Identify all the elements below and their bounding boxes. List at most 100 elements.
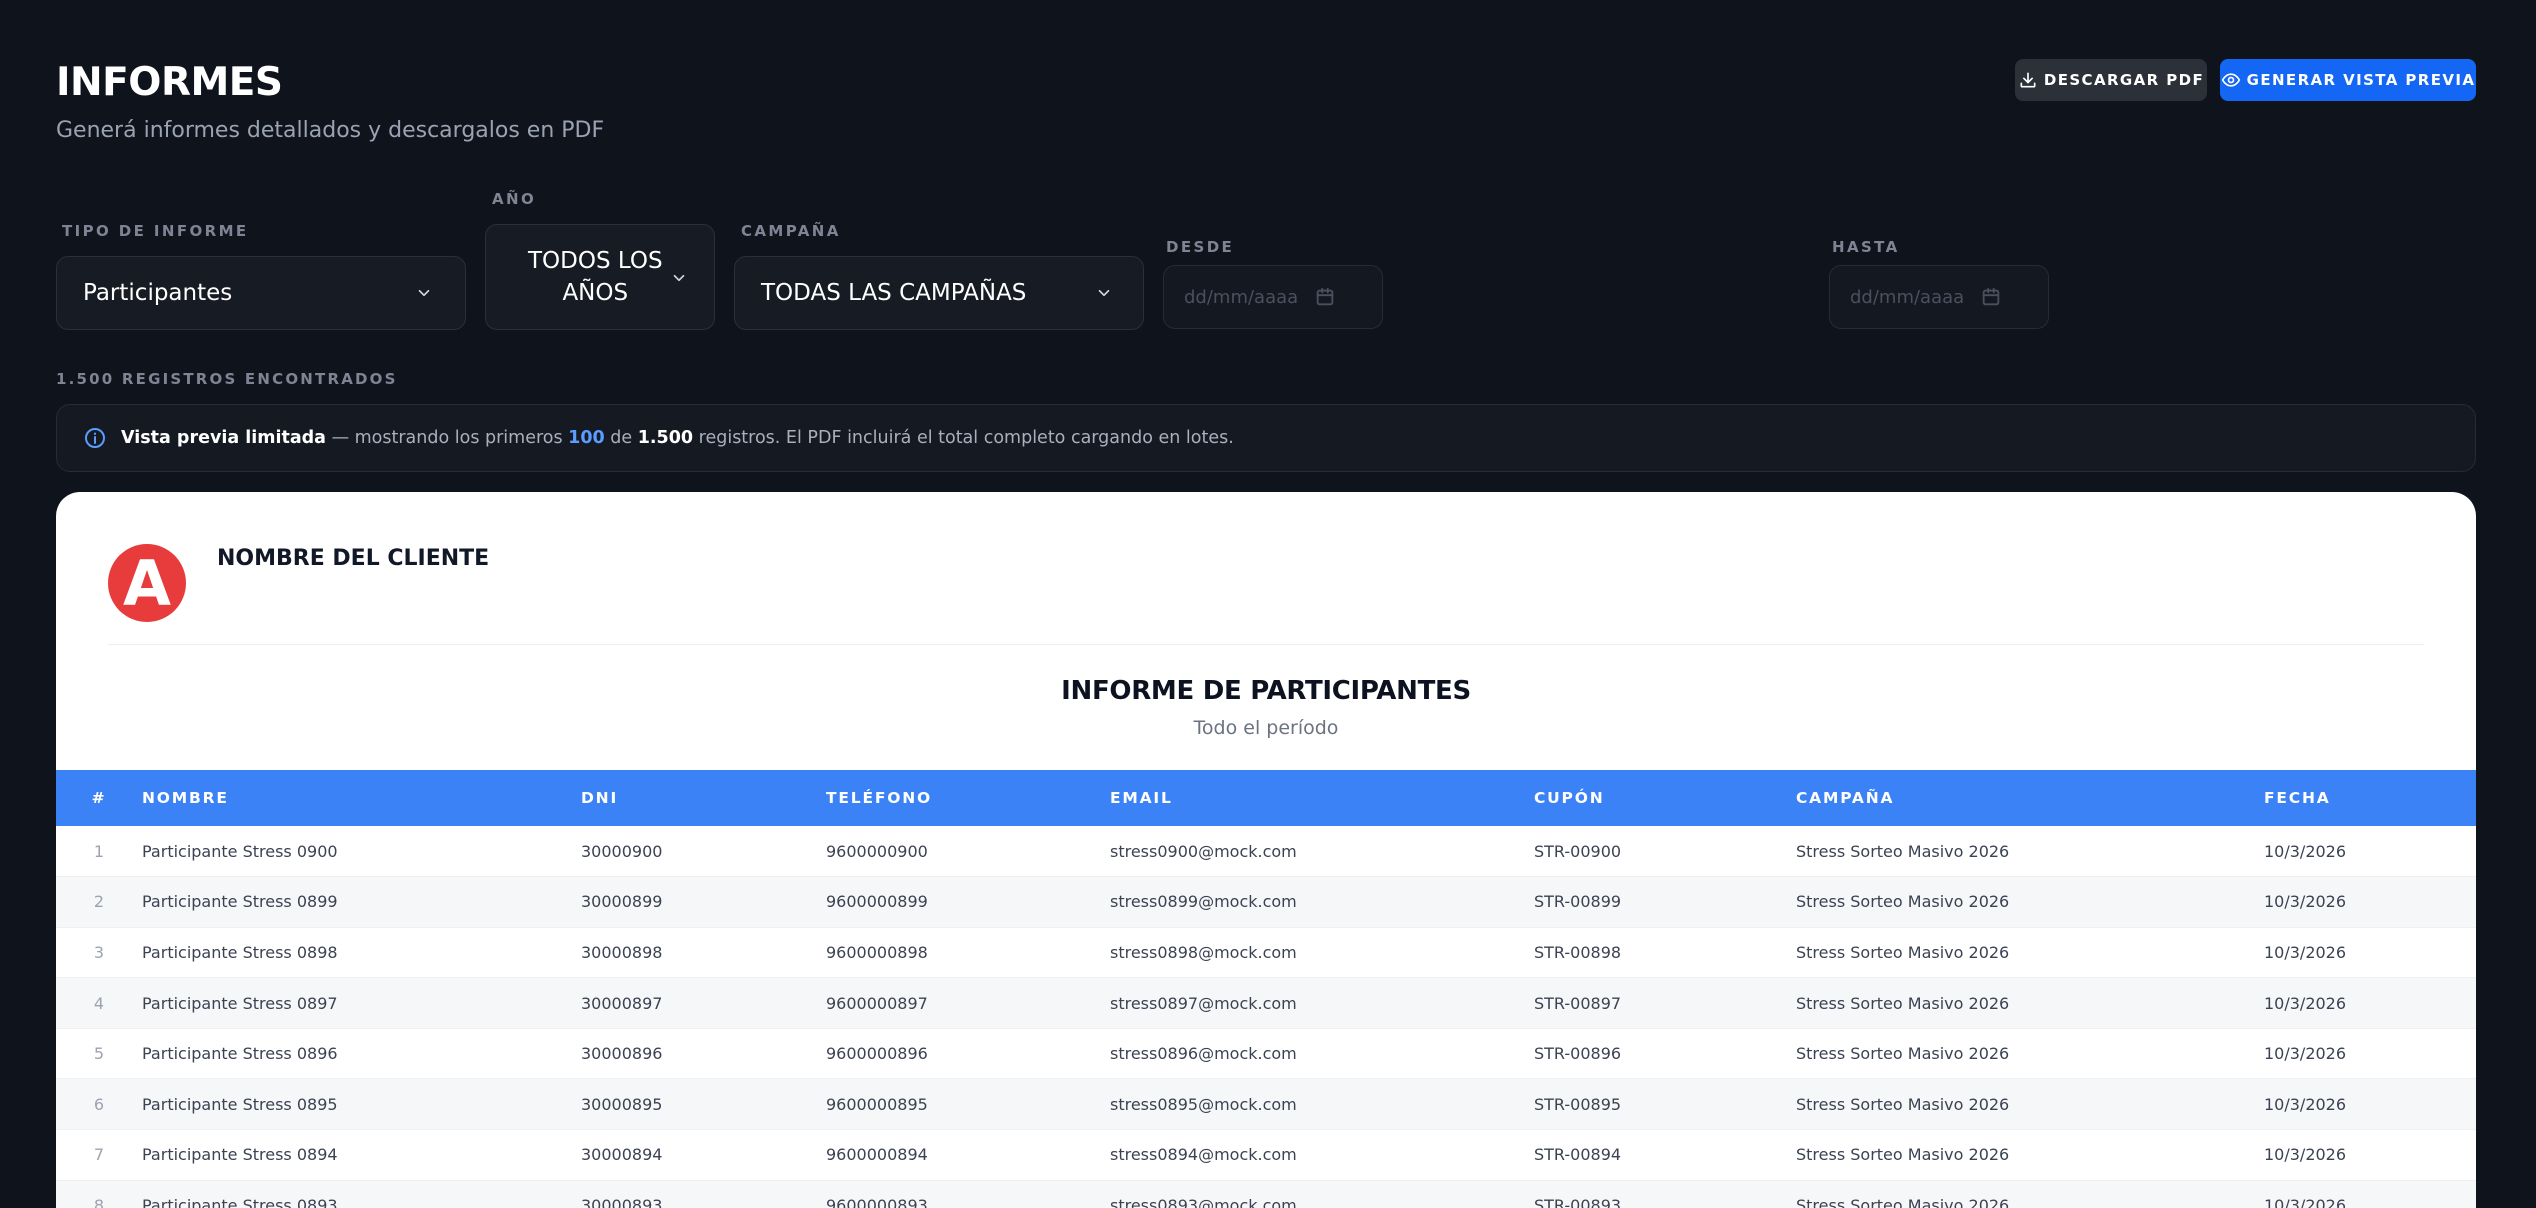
year-value-line1: TODOS LOS xyxy=(528,248,663,274)
campaign-cell: Stress Sorteo Masivo 2026 xyxy=(1796,1145,2010,1165)
info-icon xyxy=(85,428,105,448)
participants-table: # NOMBRE DNI TELÉFONO EMAIL CUPÓN CAMPAÑ… xyxy=(56,770,2476,1208)
report-type-select[interactable]: Participantes xyxy=(56,256,466,330)
from-date-input[interactable]: dd/mm/aaaa xyxy=(1163,265,1383,329)
date-cell: 10/3/2026 xyxy=(2264,841,2347,861)
campaign-cell: Stress Sorteo Masivo 2026 xyxy=(1796,841,2010,861)
coupon-cell: STR-00893 xyxy=(1534,1195,1622,1208)
email-cell: stress0899@mock.com xyxy=(1110,892,1297,912)
participant-name: Participante Stress 0894 xyxy=(142,1145,338,1165)
date-cell: 10/3/2026 xyxy=(2264,1044,2347,1064)
notice-text: Vista previa limitada — mostrando los pr… xyxy=(121,428,1234,448)
column-header: CUPÓN xyxy=(1534,789,1605,807)
table-row: 4 Participante Stress 0897 30000897 9600000… xyxy=(56,977,2476,1029)
page-title: INFORMES xyxy=(56,60,283,105)
to-date-input[interactable]: dd/mm/aaaa xyxy=(1829,265,2049,329)
coupon-cell: STR-00900 xyxy=(1534,841,1622,861)
dni-cell: 30000893 xyxy=(581,1195,663,1208)
to-label: HASTA xyxy=(1832,238,1900,256)
from-date-placeholder: dd/mm/aaaa xyxy=(1184,286,1299,308)
campaign-cell: Stress Sorteo Masivo 2026 xyxy=(1796,993,2010,1013)
table-body: 1 Participante Stress 0900 30000900 9600000… xyxy=(56,826,2476,1208)
date-cell: 10/3/2026 xyxy=(2264,892,2347,912)
dni-cell: 30000899 xyxy=(581,892,663,912)
client-logo: A xyxy=(108,544,186,622)
campaign-cell: Stress Sorteo Masivo 2026 xyxy=(1796,1195,2010,1208)
table-row: 2 Participante Stress 0899 30000899 9600000… xyxy=(56,876,2476,928)
table-row: 3 Participante Stress 0898 30000898 9600000… xyxy=(56,927,2476,978)
coupon-cell: STR-00895 xyxy=(1534,1094,1622,1114)
report-type-label: TIPO DE INFORME xyxy=(62,222,249,240)
year-value-line2: AÑOS xyxy=(562,280,629,306)
download-pdf-button[interactable]: DESCARGAR PDF xyxy=(2015,59,2207,101)
participant-name: Participante Stress 0898 xyxy=(142,942,338,962)
campaign-cell: Stress Sorteo Masivo 2026 xyxy=(1796,942,2010,962)
email-cell: stress0898@mock.com xyxy=(1110,942,1297,962)
page-subtitle: Generá informes detallados y descargalos… xyxy=(56,118,605,143)
dni-cell: 30000900 xyxy=(581,841,663,861)
date-cell: 10/3/2026 xyxy=(2264,1195,2347,1208)
table-row: 8 Participante Stress 0893 30000893 9600000… xyxy=(56,1180,2476,1208)
notice-de: de xyxy=(604,428,638,448)
campaign-cell: Stress Sorteo Masivo 2026 xyxy=(1796,1094,2010,1114)
date-cell: 10/3/2026 xyxy=(2264,993,2347,1013)
coupon-cell: STR-00898 xyxy=(1534,942,1622,962)
calendar-icon xyxy=(1982,287,2000,306)
dni-cell: 30000895 xyxy=(581,1094,663,1114)
participant-name: Participante Stress 0893 xyxy=(142,1195,338,1208)
column-header: FECHA xyxy=(2264,789,2331,807)
coupon-cell: STR-00894 xyxy=(1534,1145,1622,1165)
notice-total-count: 1.500 xyxy=(637,428,694,448)
reports-page: INFORMES Generá informes detallados y de… xyxy=(0,0,2536,1208)
column-header: NOMBRE xyxy=(142,789,229,807)
generate-preview-label: GENERAR VISTA PREVIA xyxy=(2246,71,2476,89)
table-row: 6 Participante Stress 0895 30000895 9600000… xyxy=(56,1078,2476,1130)
row-number: 3 xyxy=(93,942,105,962)
phone-cell: 9600000894 xyxy=(826,1145,928,1165)
client-name: NOMBRE DEL CLIENTE xyxy=(217,546,490,571)
row-number: 4 xyxy=(93,993,105,1013)
generate-preview-button[interactable]: GENERAR VISTA PREVIA xyxy=(2220,59,2476,101)
date-cell: 10/3/2026 xyxy=(2264,1094,2347,1114)
phone-cell: 9600000899 xyxy=(826,892,928,912)
from-label: DESDE xyxy=(1166,238,1235,256)
table-row: 5 Participante Stress 0896 30000896 9600000… xyxy=(56,1028,2476,1079)
participant-name: Participante Stress 0900 xyxy=(142,841,338,861)
report-period: Todo el período xyxy=(1193,717,1339,739)
row-number: 1 xyxy=(93,841,105,861)
participant-name: Participante Stress 0899 xyxy=(142,892,338,912)
records-count: 1.500 REGISTROS ENCONTRADOS xyxy=(56,370,398,388)
report-preview: A NOMBRE DEL CLIENTE INFORME DE PARTICIP… xyxy=(56,492,2476,1208)
divider xyxy=(108,644,2424,645)
campaign-select[interactable]: TODAS LAS CAMPAÑAS xyxy=(734,256,1144,330)
phone-cell: 9600000897 xyxy=(826,993,928,1013)
year-label: AÑO xyxy=(492,190,537,208)
column-header: TELÉFONO xyxy=(826,789,932,807)
to-date-placeholder: dd/mm/aaaa xyxy=(1850,286,1965,308)
campaign-value: TODAS LAS CAMPAÑAS xyxy=(761,280,1027,306)
table-header-row: # NOMBRE DNI TELÉFONO EMAIL CUPÓN CAMPAÑ… xyxy=(56,770,2476,826)
column-header: # xyxy=(91,789,107,807)
notice-tail: registros. El PDF incluirá el total comp… xyxy=(693,428,1234,448)
eye-icon xyxy=(2221,73,2240,87)
coupon-cell: STR-00897 xyxy=(1534,993,1622,1013)
column-header: CAMPAÑA xyxy=(1796,789,1895,807)
participant-name: Participante Stress 0895 xyxy=(142,1094,338,1114)
report-type-value: Participantes xyxy=(83,280,233,306)
date-cell: 10/3/2026 xyxy=(2264,1145,2347,1165)
chevron-down-icon xyxy=(1098,289,1110,297)
row-number: 7 xyxy=(93,1145,105,1165)
coupon-cell: STR-00899 xyxy=(1534,892,1622,912)
report-title: INFORME DE PARTICIPANTES xyxy=(1061,676,1471,706)
campaign-cell: Stress Sorteo Masivo 2026 xyxy=(1796,1044,2010,1064)
year-select[interactable]: TODOS LOS AÑOS xyxy=(485,224,715,330)
email-cell: stress0894@mock.com xyxy=(1110,1145,1297,1165)
table-row: 1 Participante Stress 0900 30000900 9600000… xyxy=(56,826,2476,877)
email-cell: stress0897@mock.com xyxy=(1110,993,1297,1013)
row-number: 6 xyxy=(93,1094,105,1114)
notice-bold: Vista previa limitada xyxy=(121,428,326,448)
phone-cell: 9600000898 xyxy=(826,942,928,962)
row-number: 2 xyxy=(93,892,105,912)
year-value: TODOS LOS AÑOS xyxy=(528,245,663,309)
email-cell: stress0900@mock.com xyxy=(1110,841,1297,861)
